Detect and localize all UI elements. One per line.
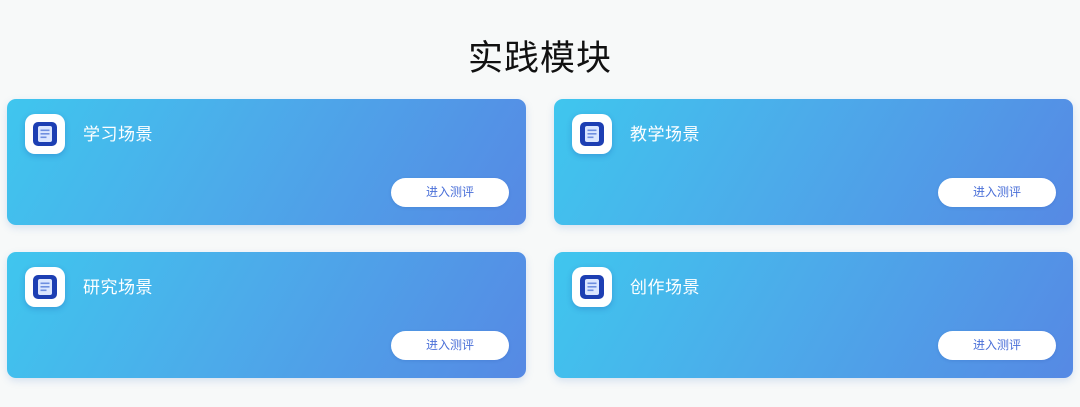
document-icon [572, 114, 612, 154]
scenario-card-grid: 学习场景 进入测评 教学场景 进入测评 研究场景 进入测评 创作场景 进入测评 [7, 99, 1073, 378]
enter-assessment-button[interactable]: 进入测评 [938, 331, 1056, 360]
card-title: 学习场景 [83, 125, 153, 145]
document-icon [25, 267, 65, 307]
enter-assessment-button[interactable]: 进入测评 [391, 178, 509, 207]
card-teaching-scene: 教学场景 进入测评 [554, 99, 1073, 225]
enter-assessment-button[interactable]: 进入测评 [938, 178, 1056, 207]
document-icon [25, 114, 65, 154]
card-creation-scene: 创作场景 进入测评 [554, 252, 1073, 378]
document-icon [572, 267, 612, 307]
enter-assessment-button[interactable]: 进入测评 [391, 331, 509, 360]
card-research-scene: 研究场景 进入测评 [7, 252, 526, 378]
page-title: 实践模块 [467, 39, 612, 80]
card-title: 研究场景 [83, 278, 153, 298]
card-title: 教学场景 [630, 125, 700, 145]
card-title: 创作场景 [630, 278, 700, 298]
card-learning-scene: 学习场景 进入测评 [7, 99, 526, 225]
